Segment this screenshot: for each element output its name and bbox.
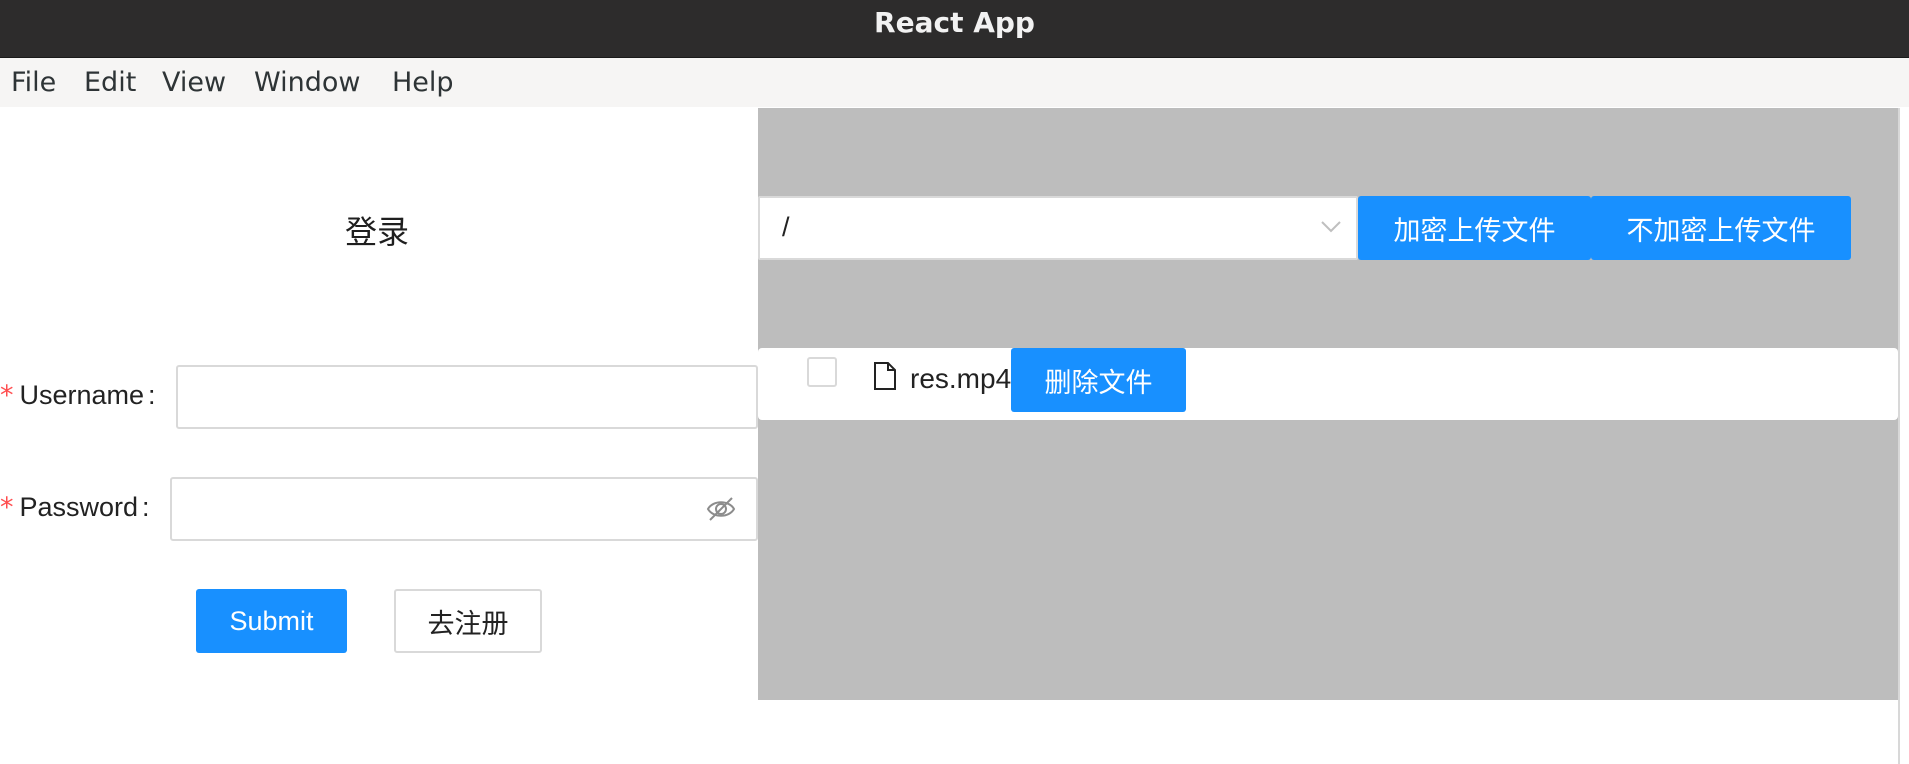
eye-invisible-icon[interactable]	[706, 495, 736, 528]
menu-bar: File Edit View Window Help	[0, 58, 1909, 107]
username-input[interactable]	[176, 365, 758, 429]
username-label-text: Username	[19, 380, 145, 410]
menu-view[interactable]: View	[162, 67, 226, 98]
submit-button[interactable]: Submit	[196, 589, 347, 653]
password-label: * Password:	[0, 492, 150, 523]
file-name: res.mp4	[910, 363, 1012, 394]
delete-file-button[interactable]: 删除文件	[1011, 348, 1186, 412]
encrypt-upload-button[interactable]: 加密上传文件	[1358, 196, 1591, 260]
password-input[interactable]	[170, 477, 758, 541]
password-label-text: Password	[19, 492, 139, 522]
username-label: * Username:	[0, 380, 156, 411]
menu-file[interactable]: File	[11, 67, 56, 98]
plain-upload-button[interactable]: 不加密上传文件	[1591, 196, 1851, 260]
label-colon: :	[142, 492, 150, 522]
required-mark: *	[0, 380, 14, 411]
required-mark: *	[0, 492, 14, 523]
label-colon: :	[148, 380, 156, 410]
path-select[interactable]: /	[758, 196, 1358, 260]
window-titlebar: React App	[0, 0, 1909, 58]
chevron-down-icon	[1320, 220, 1342, 239]
menu-window[interactable]: Window	[254, 67, 360, 98]
file-icon	[873, 361, 897, 396]
file-list: res.mp4 删除文件	[758, 348, 1898, 420]
menu-edit[interactable]: Edit	[84, 67, 136, 98]
login-panel: 登录 * Username: * Password: Submit 去注册	[0, 108, 758, 764]
path-select-value: /	[782, 212, 790, 242]
window-title: React App	[874, 6, 1035, 39]
menu-help[interactable]: Help	[392, 67, 454, 98]
register-button[interactable]: 去注册	[394, 589, 542, 653]
file-checkbox[interactable]	[807, 357, 837, 387]
right-edge	[1898, 108, 1909, 764]
file-panel: / 加密上传文件 不加密上传文件 res.mp4 删除文件	[758, 108, 1898, 700]
login-title: 登录	[345, 213, 410, 251]
